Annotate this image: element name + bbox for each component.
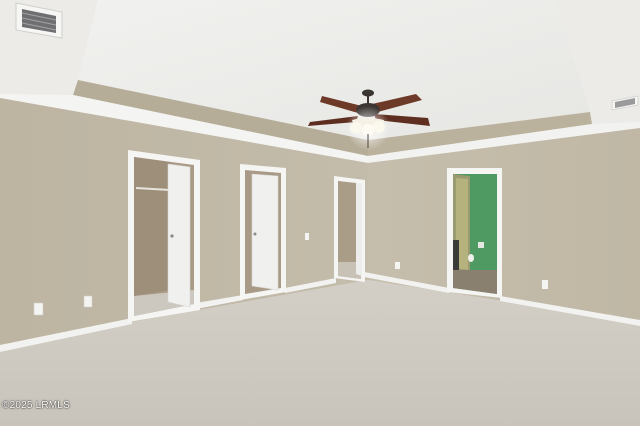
copyright-watermark: ©2025 LRMLS bbox=[2, 400, 70, 411]
second-door-panel bbox=[251, 173, 279, 291]
wall-outlet bbox=[542, 280, 548, 289]
wall-outlet bbox=[395, 262, 400, 269]
second-closet-doorway bbox=[240, 164, 286, 300]
wall-outlet bbox=[83, 295, 93, 308]
bathroom-doorway bbox=[447, 168, 502, 298]
light-switch bbox=[305, 233, 309, 240]
walk-in-closet-doorway bbox=[128, 150, 200, 322]
wall-outlet bbox=[33, 302, 44, 316]
hallway-door-panel bbox=[356, 183, 362, 276]
bedroom-photo bbox=[0, 0, 640, 426]
hallway-doorway bbox=[334, 176, 365, 282]
